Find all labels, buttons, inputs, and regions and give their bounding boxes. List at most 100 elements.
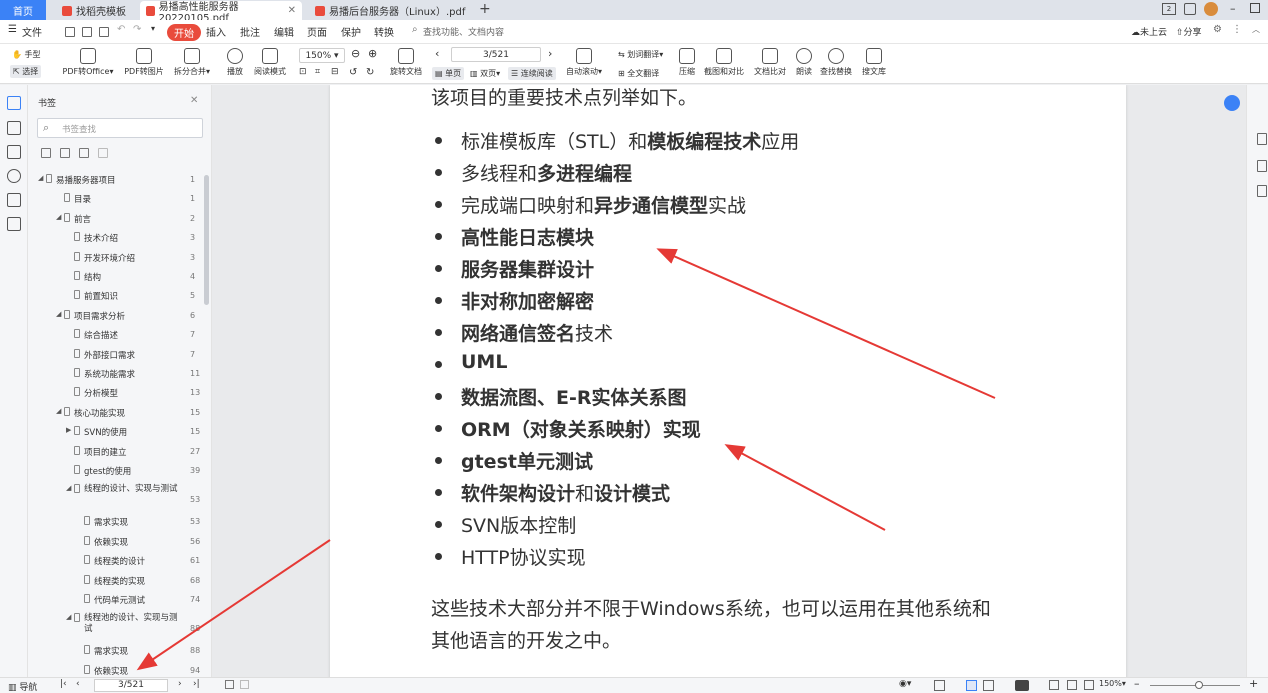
search-library-button[interactable]: 搜文库 — [859, 48, 889, 77]
bookmark-item[interactable]: ◢ 核心功能实现 15 — [28, 404, 211, 423]
split-merge-button[interactable]: 拆分合并▾ — [172, 48, 212, 77]
chevron-down-icon[interactable]: ◢ — [56, 310, 61, 318]
bookmark-item[interactable]: 结构 4 — [28, 268, 211, 287]
zoom-out-icon[interactable]: – — [1134, 677, 1140, 690]
zoom-select[interactable]: 150% ▾ — [299, 48, 345, 63]
bookmark-item[interactable]: 依赖实现 56 — [28, 533, 211, 552]
fit-width-icon[interactable] — [1084, 680, 1094, 690]
properties-icon[interactable] — [1257, 133, 1267, 145]
bookmark-item[interactable]: 综合描述 7 — [28, 326, 211, 345]
thumbnail-panel-icon[interactable] — [7, 121, 21, 135]
tab-current-pdf[interactable]: 易播高性能服务器20220105.pdf ✕ — [140, 1, 302, 24]
bookmark-item[interactable]: ◢ 项目需求分析 6 — [28, 307, 211, 326]
cloud-status[interactable]: ☁未上云 — [1131, 25, 1167, 38]
tab-template[interactable]: 找稻壳模板 — [56, 1, 136, 20]
bookmark-item[interactable]: 目录 1 — [28, 190, 211, 209]
bookmark-item[interactable]: gtest的使用 39 — [28, 462, 211, 481]
tab-linux-pdf[interactable]: 易播后台服务器（Linux）.pdf — [309, 1, 471, 20]
share-button[interactable]: ⇧分享 — [1176, 25, 1202, 38]
fit-width-icon[interactable]: ⊟ — [331, 67, 339, 77]
page-settings-icon[interactable] — [1257, 185, 1267, 197]
word-translate-button[interactable]: ⇆ 划词翻译▾ — [618, 49, 663, 60]
zoom-in-icon[interactable]: + — [1249, 677, 1258, 690]
find-replace-button[interactable]: 查找替换 — [818, 48, 854, 77]
bookmark-item[interactable]: 代码单元测试 74 — [28, 591, 211, 610]
signature-panel-icon[interactable] — [7, 193, 21, 207]
close-icon[interactable]: ✕ — [190, 95, 198, 106]
zoom-out-icon[interactable]: ⊖ — [351, 47, 360, 60]
maximize-icon[interactable] — [1250, 3, 1260, 13]
read-mode-button[interactable]: 阅读模式 — [252, 48, 288, 77]
chevron-down-icon[interactable]: ▾ — [151, 24, 155, 33]
attachment-panel-icon[interactable] — [7, 169, 21, 183]
tab-start[interactable]: 开始 — [167, 24, 201, 41]
single-page-button[interactable]: ▤ 单页 — [432, 67, 465, 80]
zoom-select[interactable]: 150%▾ — [1099, 679, 1126, 688]
bookmark-item[interactable]: 技术介绍 3 — [28, 229, 211, 248]
add-bookmark-icon[interactable] — [41, 148, 51, 158]
function-search-input[interactable]: 查找功能、文档内容 — [423, 25, 504, 38]
fit-page-icon[interactable]: ⌗ — [315, 67, 320, 77]
bookmark-item[interactable]: 线程类的设计 61 — [28, 552, 211, 571]
actual-size-icon[interactable] — [1049, 680, 1059, 690]
bookmark-search-input[interactable]: ⌕ 书签查找 — [37, 118, 203, 138]
play-icon[interactable] — [1015, 680, 1029, 691]
first-page-icon[interactable]: |‹ — [60, 679, 67, 689]
open-icon[interactable] — [65, 27, 75, 37]
save-icon[interactable] — [82, 27, 92, 37]
chevron-up-icon[interactable]: ︿ — [1252, 24, 1260, 35]
assistant-icon[interactable] — [1224, 95, 1240, 111]
layout-icon[interactable]: 2 — [1162, 3, 1176, 15]
chevron-down-icon[interactable]: ◢ — [66, 484, 71, 492]
avatar[interactable] — [1204, 2, 1218, 16]
bookmark-item[interactable]: 系统功能需求 11 — [28, 365, 211, 384]
nav-button[interactable]: ▥ 导航 — [8, 680, 37, 693]
single-page-icon[interactable] — [966, 680, 977, 691]
chevron-down-icon[interactable]: ◢ — [56, 407, 61, 415]
double-page-button[interactable]: ▥ 双页▾ — [470, 68, 500, 79]
play-button[interactable]: 播放 — [224, 48, 246, 77]
bookmark-item[interactable]: 分析模型 13 — [28, 384, 211, 403]
bookmark-item[interactable]: 开发环境介绍 3 — [28, 249, 211, 268]
tab-insert[interactable]: 插入 — [206, 24, 226, 39]
more-icon[interactable]: ⋮ — [1232, 24, 1242, 35]
next-page-icon[interactable]: › — [178, 679, 182, 689]
sidebar-scrollbar[interactable] — [204, 175, 209, 305]
undo-icon[interactable]: ↶ — [117, 24, 125, 35]
gear-icon[interactable]: ⚙ — [1213, 24, 1222, 35]
bookmark-item[interactable]: 项目的建立 27 — [28, 443, 211, 462]
bookmark-icon[interactable] — [79, 148, 89, 158]
auto-scroll-button[interactable]: 自动滚动▾ — [566, 48, 602, 77]
chevron-down-icon[interactable]: ◢ — [38, 174, 43, 182]
fit-icon[interactable] — [225, 680, 234, 689]
continuous-read-button[interactable]: ☰ 连续阅读 — [508, 67, 556, 80]
bookmark-item[interactable]: 需求实现 53 — [28, 513, 211, 532]
hand-tool[interactable]: ✋ 手型 — [12, 49, 41, 60]
bookmark-panel-icon[interactable] — [7, 96, 21, 110]
menu-file-icon[interactable]: ☰ — [8, 24, 17, 35]
compress-button[interactable]: 压缩 — [676, 48, 698, 77]
double-page-icon[interactable] — [983, 680, 994, 691]
screenshot-compare-button[interactable]: 截图和对比 — [702, 48, 746, 77]
tab-edit[interactable]: 编辑 — [274, 24, 294, 39]
read-aloud-button[interactable]: 朗读 — [793, 48, 815, 77]
tab-protect[interactable]: 保护 — [341, 24, 361, 39]
last-page-icon[interactable]: ›| — [193, 679, 200, 689]
full-translate-button[interactable]: ⊞ 全文翻译 — [618, 68, 659, 79]
format-icon[interactable] — [1257, 160, 1267, 172]
prev-page-icon[interactable]: ‹ — [76, 679, 80, 689]
close-icon[interactable]: ✕ — [288, 5, 296, 16]
tab-comment[interactable]: 批注 — [240, 24, 260, 39]
tab-page[interactable]: 页面 — [307, 24, 327, 39]
bookmark-item[interactable]: 外部接口需求 7 — [28, 346, 211, 365]
add-child-bookmark-icon[interactable] — [60, 148, 70, 158]
actual-size-icon[interactable]: ⊡ — [299, 67, 307, 77]
chevron-down-icon[interactable]: ◢ — [66, 613, 71, 621]
zoom-slider-handle[interactable] — [1195, 681, 1203, 689]
layers-panel-icon[interactable] — [7, 217, 21, 231]
bookmark-item[interactable]: ▶ SVN的使用 15 — [28, 423, 211, 442]
bookmark-item[interactable]: 依赖实现 94 — [28, 662, 211, 677]
next-page-icon[interactable]: › — [548, 47, 552, 60]
select-tool[interactable]: ⇱ 选择 — [10, 65, 42, 78]
rotate-right-icon[interactable]: ↻ — [366, 67, 374, 78]
